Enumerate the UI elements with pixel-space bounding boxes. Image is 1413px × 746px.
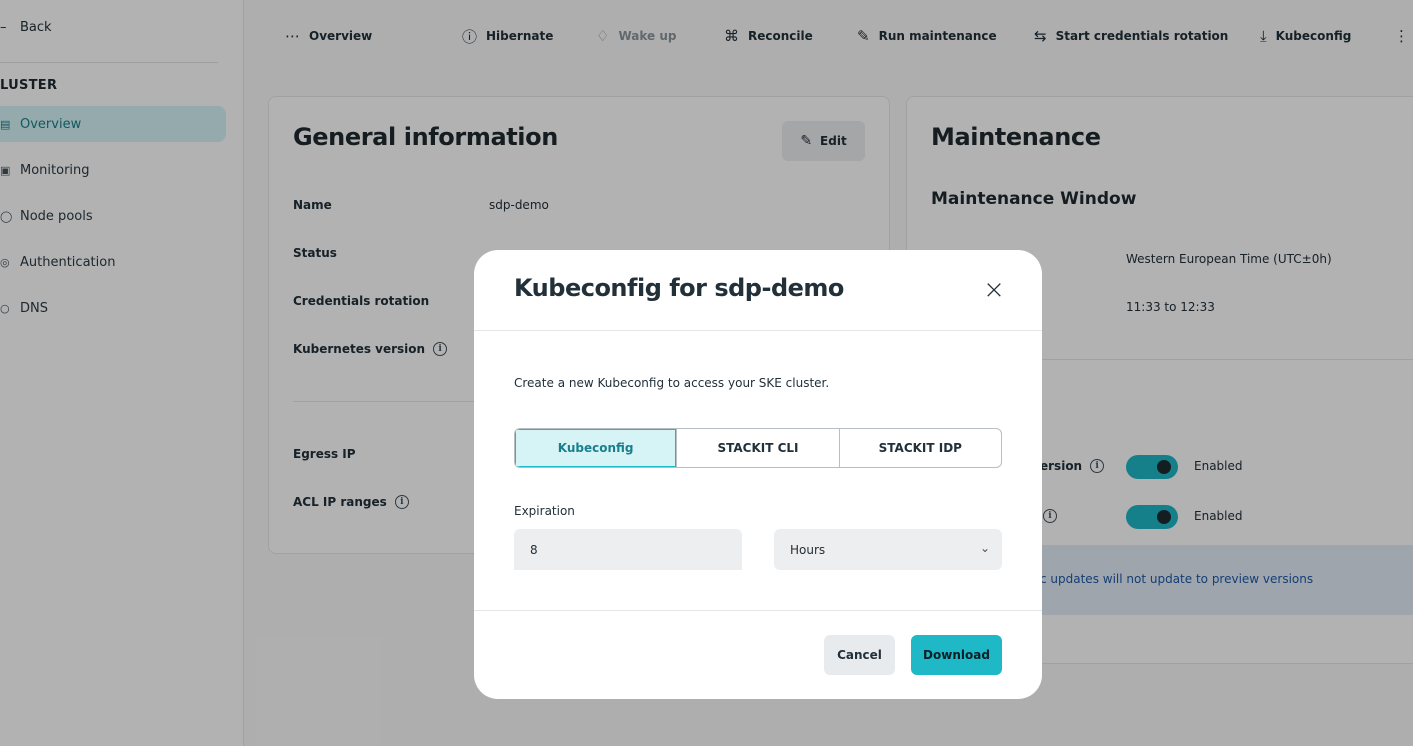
expiration-label: Expiration (514, 504, 575, 518)
dialog-description: Create a new Kubeconfig to access your S… (514, 376, 830, 390)
dialog-header-divider (474, 330, 1042, 331)
expiration-unit-value: Hours (790, 542, 826, 557)
dialog-title: Kubeconfig for sdp-demo (514, 274, 844, 302)
tab-stackit-idp[interactable]: STACKIT IDP (840, 429, 1001, 467)
close-icon[interactable]: × (978, 274, 1010, 306)
access-method-segmented-control: Kubeconfig STACKIT CLI STACKIT IDP (514, 428, 1002, 468)
tab-stackit-cli[interactable]: STACKIT CLI (677, 429, 840, 467)
expiration-unit-select[interactable]: Hours ⌄ (774, 529, 1002, 570)
download-button[interactable]: Download (911, 635, 1002, 675)
chevron-down-icon: ⌄ (979, 541, 990, 555)
tab-kubeconfig[interactable]: Kubeconfig (515, 429, 678, 467)
expiration-input[interactable] (514, 529, 742, 570)
cancel-button[interactable]: Cancel (824, 635, 895, 675)
kubeconfig-dialog: Kubeconfig for sdp-demo × Create a new K… (474, 250, 1042, 699)
dialog-footer-divider (474, 610, 1042, 611)
